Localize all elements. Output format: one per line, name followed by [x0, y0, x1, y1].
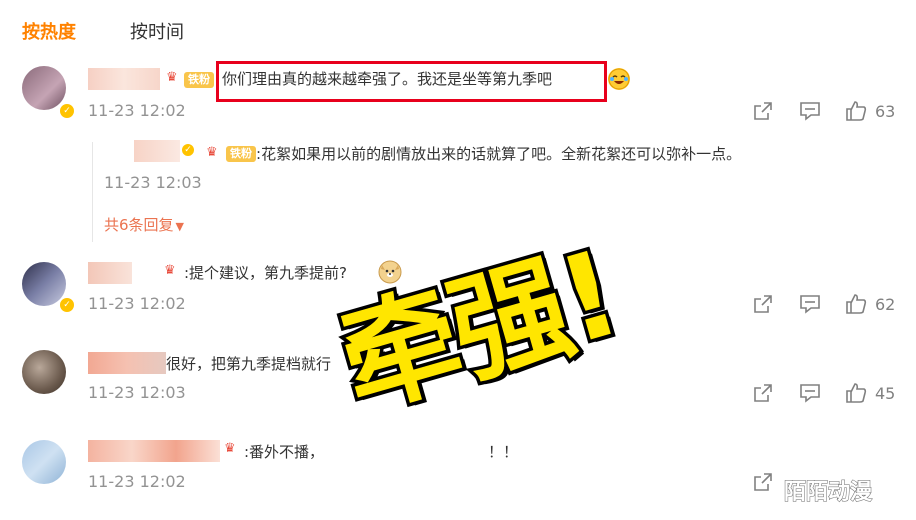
like-count: 45: [875, 384, 896, 403]
share-icon[interactable]: [752, 293, 774, 315]
share-icon[interactable]: [752, 471, 774, 493]
comment-text: 很好，把第九季提档就行: [166, 355, 332, 373]
crown-icon: ♛: [166, 70, 178, 85]
username-blurred[interactable]: [88, 68, 160, 90]
like-icon[interactable]: [845, 382, 867, 404]
thread-line: [92, 142, 93, 242]
reply-body: 花絮如果用以前的剧情放出来的话就算了吧。全新花絮还可以弥补一点。: [261, 145, 742, 163]
crown-icon: ♛: [224, 441, 236, 456]
share-icon[interactable]: [752, 100, 774, 122]
more-replies-label[interactable]: 共6条回复: [104, 216, 174, 234]
username-blurred[interactable]: [88, 262, 132, 284]
tab-by-popularity[interactable]: 按热度: [22, 18, 76, 44]
tab-by-time[interactable]: 按时间: [130, 18, 184, 44]
comment-icon[interactable]: [799, 100, 821, 122]
verified-badge-icon: ✓: [180, 142, 196, 158]
avatar[interactable]: [22, 66, 66, 110]
avatar[interactable]: [22, 440, 66, 484]
caret-down-icon: ▼: [175, 220, 185, 233]
verified-badge-icon: ✓: [58, 296, 76, 314]
more-replies-link[interactable]: 共6条回复 ▼: [104, 214, 184, 235]
timestamp: 11-23 12:03: [88, 383, 186, 402]
timestamp: 11-23 12:02: [88, 294, 186, 313]
like-count: 63: [875, 102, 896, 121]
like-icon[interactable]: [845, 293, 867, 315]
like-count: 62: [875, 295, 896, 314]
laughing-crying-emoji-icon: [608, 68, 630, 90]
fan-badge: 铁粉: [184, 72, 214, 88]
crown-icon: ♛: [206, 145, 218, 160]
timestamp: 11-23 12:02: [88, 472, 186, 491]
comment-text: :番外不播，: [244, 443, 325, 461]
reply-timestamp: 11-23 12:03: [104, 173, 202, 192]
reply-username-blurred[interactable]: [134, 140, 180, 162]
overlay-big-text: 牵强!: [322, 221, 634, 437]
watermark: 陌陌动漫: [783, 480, 873, 506]
timestamp: 11-23 12:02: [88, 101, 186, 120]
like-icon[interactable]: [845, 100, 867, 122]
username-blurred[interactable]: [88, 352, 166, 374]
comment-text-tail: ！！: [488, 443, 519, 461]
avatar[interactable]: [22, 350, 66, 394]
comment-icon[interactable]: [799, 293, 821, 315]
crown-icon: ♛: [164, 263, 176, 278]
comment-icon[interactable]: [799, 382, 821, 404]
comment-text: 你们理由真的越来越牵强了。我还是坐等第九季吧: [222, 70, 553, 88]
username-blurred[interactable]: [88, 440, 220, 462]
fan-badge: 铁粉: [226, 146, 256, 162]
reply-text: :花絮如果用以前的剧情放出来的话就算了吧。全新花絮还可以弥补一点。: [256, 143, 741, 164]
share-icon[interactable]: [752, 382, 774, 404]
verified-badge-icon: ✓: [58, 102, 76, 120]
